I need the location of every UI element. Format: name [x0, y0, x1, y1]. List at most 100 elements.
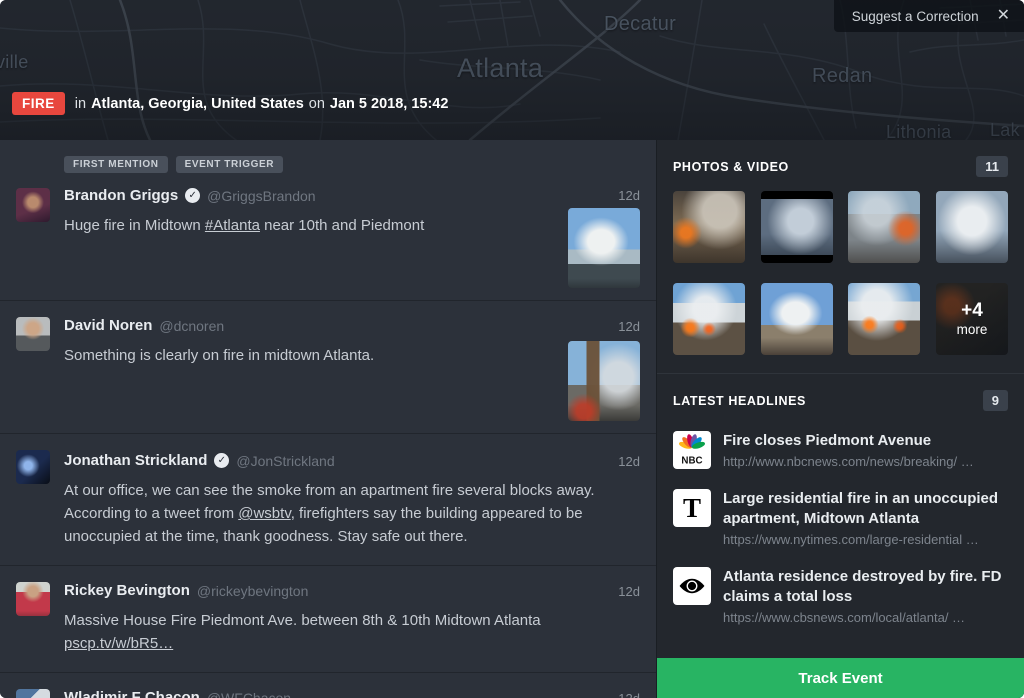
nyt-logo-icon: T: [673, 489, 711, 527]
map-label-decatur: Decatur: [604, 13, 676, 36]
tweet-text: Massive House Fire Piedmont Ave. between…: [64, 610, 608, 656]
tweet-text-segment: Massive House Fire Piedmont Ave. between…: [64, 612, 541, 629]
tweet-badges: FIRST MENTIONEVENT TRIGGER: [64, 156, 556, 173]
tweet-link[interactable]: #Atlanta: [205, 217, 260, 234]
tweet-author-name[interactable]: Jonathan Strickland: [64, 452, 207, 469]
map-label-lak: Lak: [990, 120, 1020, 140]
tweet-row[interactable]: Wladimir F Chacon @WFChacon 12d: [0, 672, 656, 698]
headline-title[interactable]: Atlanta residence destroyed by fire. FD …: [723, 567, 1008, 607]
event-location: Atlanta, Georgia, United States: [91, 96, 304, 112]
photos-video-title: PHOTOS & VIDEO: [673, 160, 789, 174]
headline-url[interactable]: https://www.cbsnews.com/local/atlanta/ …: [723, 610, 991, 625]
verified-badge-icon: ✓: [214, 453, 229, 468]
photos-video-header: PHOTOS & VIDEO 11: [673, 156, 1008, 177]
more-photos-label: more: [957, 322, 988, 338]
tweet-header: Jonathan Strickland ✓ @JonStrickland: [64, 452, 608, 469]
headline-title[interactable]: Fire closes Piedmont Avenue: [723, 431, 974, 451]
avatar[interactable]: [16, 188, 50, 222]
tweet-list: FIRST MENTIONEVENT TRIGGER Brandon Griggs…: [0, 140, 656, 698]
map-label-ville: ville: [0, 52, 29, 73]
photos-count-badge: 11: [976, 156, 1008, 177]
event-banner: FIRE in Atlanta, Georgia, United States …: [0, 92, 1024, 115]
tweet-timestamp: 12d: [618, 319, 640, 334]
tweet-author-handle[interactable]: @rickeybevington: [197, 583, 309, 599]
main-content: FIRST MENTIONEVENT TRIGGER Brandon Griggs…: [0, 140, 1024, 698]
tweet-author-name[interactable]: David Noren: [64, 317, 152, 334]
map-label-atlanta: Atlanta: [457, 53, 543, 84]
nyt-letter: T: [683, 495, 701, 522]
avatar[interactable]: [16, 689, 50, 698]
map-label-redan: Redan: [812, 65, 872, 88]
more-photos-overlay: +4more: [936, 283, 1008, 355]
headline-item[interactable]: Atlanta residence destroyed by fire. FD …: [673, 567, 1008, 625]
suggest-correction-bar: Suggest a Correction ✕: [834, 0, 1024, 32]
tweet-text: Huge fire in Midtown #Atlanta near 10th …: [64, 215, 556, 238]
tweet-media-thumbnail[interactable]: [568, 208, 640, 288]
avatar[interactable]: [16, 582, 50, 616]
event-banner-prefix: in: [75, 96, 86, 112]
tweet-text: At our office, we can see the smoke from…: [64, 480, 608, 549]
photo-tile-buildings-fire-2[interactable]: [848, 283, 920, 355]
tweet-row[interactable]: David Noren @dcnoren 12d Something is clear…: [0, 300, 656, 433]
map-header: villeDecaturAtlantaRedanLithoniaLak Sugg…: [0, 0, 1024, 140]
latest-headlines-title: LATEST HEADLINES: [673, 394, 806, 408]
tweet-text: Something is clearly on fire in midtown …: [64, 345, 556, 368]
tweet-author-handle[interactable]: @GriggsBrandon: [207, 188, 315, 204]
tweet-timestamp: 12d: [618, 454, 640, 469]
avatar[interactable]: [16, 317, 50, 351]
headline-url[interactable]: https://www.nytimes.com/large-residentia…: [723, 532, 991, 547]
tweet-author-handle[interactable]: @WFChacon: [207, 690, 291, 698]
photo-tile-buildings-fire[interactable]: [673, 283, 745, 355]
track-event-button[interactable]: Track Event: [657, 658, 1024, 698]
cbs-logo-icon: [673, 567, 711, 605]
photo-tile-smoke-plume-sky[interactable]: [761, 283, 833, 355]
tweet-row[interactable]: Jonathan Strickland ✓ @JonStrickland 12d At …: [0, 433, 656, 565]
event-banner-text: in Atlanta, Georgia, United States on Ja…: [75, 96, 449, 112]
close-icon[interactable]: ✕: [997, 8, 1010, 24]
event-datetime: Jan 5 2018, 15:42: [330, 96, 449, 112]
headline-body: Atlanta residence destroyed by fire. FD …: [723, 567, 1008, 625]
tweet-timestamp: 12d: [618, 188, 640, 203]
tweet-media-thumbnail[interactable]: [568, 341, 640, 421]
avatar[interactable]: [16, 450, 50, 484]
tweet-row[interactable]: Rickey Bevington @rickeybevington 12d Massi…: [0, 565, 656, 672]
headline-url[interactable]: http://www.nbcnews.com/news/breaking/ …: [723, 454, 974, 469]
latest-headlines-header: LATEST HEADLINES 9: [673, 390, 1008, 411]
event-banner-connector: on: [309, 96, 325, 112]
headline-body: Fire closes Piedmont Avenue http://www.nb…: [723, 431, 974, 469]
event-type-badge: FIRE: [12, 92, 65, 115]
photo-tile-smoke-cloud[interactable]: [936, 191, 1008, 263]
tweet-header: Rickey Bevington @rickeybevington: [64, 582, 608, 599]
tweet-link[interactable]: @wsbtv: [238, 505, 290, 522]
tweet-header: David Noren @dcnoren: [64, 317, 556, 334]
tweet-text-segment: Huge fire in Midtown: [64, 217, 205, 234]
photo-tile-street-firetruck[interactable]: [848, 191, 920, 263]
photo-tile-video-smoke[interactable]: [761, 191, 833, 263]
media-panel: PHOTOS & VIDEO 11 +4more LATEST HEADLINE…: [656, 140, 1024, 698]
headlines-count-badge: 9: [983, 390, 1008, 411]
more-photos-count: +4: [961, 300, 983, 322]
svg-text:NBC: NBC: [681, 456, 702, 467]
tweet-author-handle[interactable]: @dcnoren: [159, 318, 224, 334]
headline-body: Large residential fire in an unoccupied …: [723, 489, 1008, 547]
tweet-author-name[interactable]: Brandon Griggs: [64, 187, 178, 204]
tweet-link[interactable]: pscp.tv/w/bR5…: [64, 635, 173, 652]
panel-divider: [657, 373, 1024, 374]
headline-item[interactable]: NBC Fire closes Piedmont Avenue http://www…: [673, 431, 1008, 469]
tweet-text-segment: Something is clearly on fire in midtown …: [64, 347, 374, 364]
tweet-timestamp: 12d: [618, 584, 640, 599]
suggest-correction-button[interactable]: Suggest a Correction: [852, 9, 979, 24]
headline-item[interactable]: T Large residential fire in an unoccupied…: [673, 489, 1008, 547]
tweet-header: Brandon Griggs✓@GriggsBrandon: [64, 187, 556, 204]
tweet-author-name[interactable]: Wladimir F Chacon: [64, 689, 200, 698]
nbc-logo-icon: NBC: [673, 431, 711, 469]
event-detail-modal: villeDecaturAtlantaRedanLithoniaLak Sugg…: [0, 0, 1024, 698]
headline-list: NBC Fire closes Piedmont Avenue http://www…: [673, 431, 1008, 625]
tweet-author-handle[interactable]: @JonStrickland: [236, 453, 334, 469]
tweet-author-name[interactable]: Rickey Bevington: [64, 582, 190, 599]
photo-tile-more-overlay[interactable]: +4more: [936, 283, 1008, 355]
photo-tile-burning-buildings[interactable]: [673, 191, 745, 263]
tweet-timestamp: 12d: [618, 691, 640, 698]
headline-title[interactable]: Large residential fire in an unoccupied …: [723, 489, 1008, 529]
tweet-row[interactable]: FIRST MENTIONEVENT TRIGGER Brandon Griggs…: [0, 140, 656, 300]
